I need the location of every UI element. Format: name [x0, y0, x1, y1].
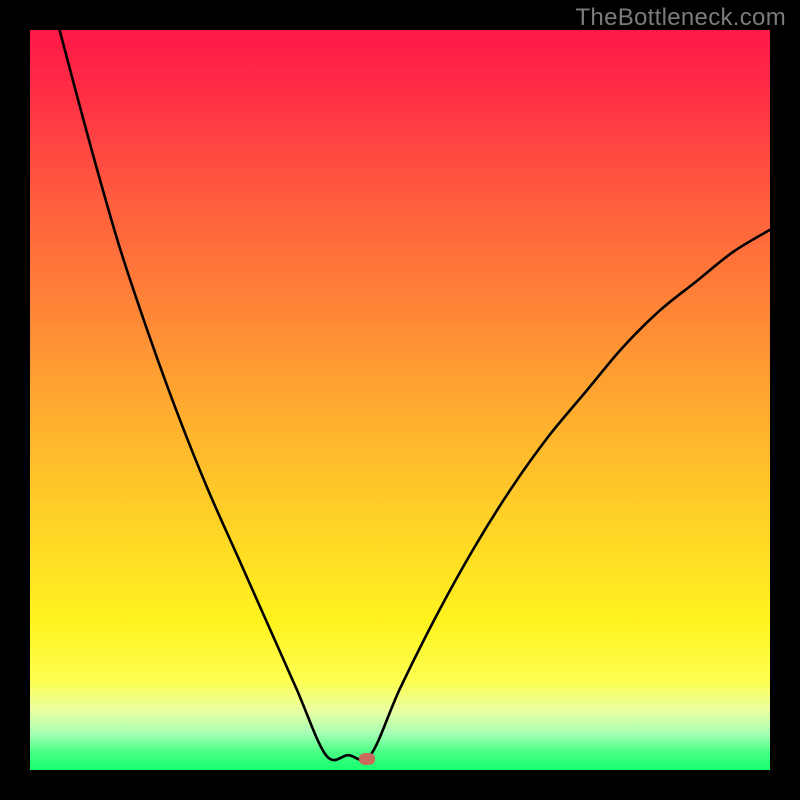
optimal-point-marker [359, 753, 375, 765]
watermark-text: TheBottleneck.com [575, 4, 786, 32]
chart-frame: TheBottleneck.com [0, 0, 800, 800]
bottleneck-curve [30, 30, 770, 770]
plot-area [30, 30, 770, 770]
